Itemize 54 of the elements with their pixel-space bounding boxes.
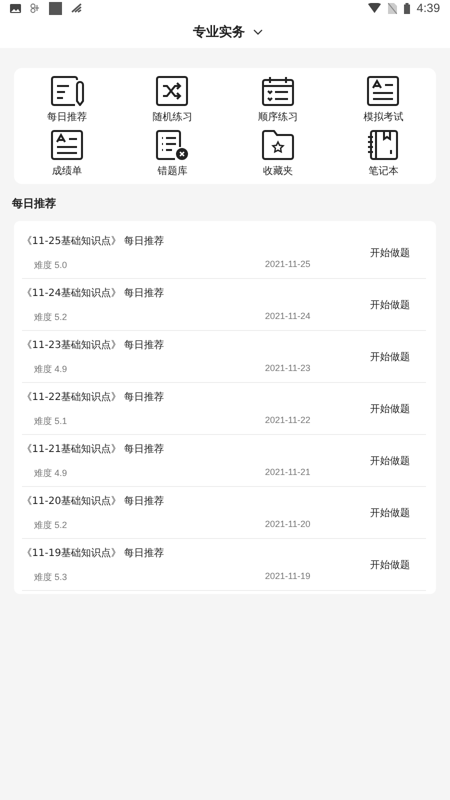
menu-item[interactable]: 每日推荐	[14, 76, 120, 124]
difficulty-text: 难度 5.2	[34, 519, 68, 532]
no-sim-icon	[388, 2, 397, 14]
date-text: 2021-11-21	[265, 467, 310, 479]
menu-item[interactable]: 模拟考试	[330, 76, 436, 124]
start-button[interactable]: 开始做题	[370, 350, 426, 364]
subject-dropdown[interactable]: 专业实务	[193, 23, 263, 41]
date-text: 2021-11-20	[265, 519, 310, 531]
folder-star-icon	[260, 130, 295, 160]
calendar-list-icon	[260, 76, 295, 106]
document-icon	[366, 76, 400, 106]
start-button[interactable]: 开始做题	[370, 402, 426, 416]
start-button[interactable]: 开始做题	[370, 454, 426, 468]
item-title: 《11-23基础知识点》 每日推荐	[22, 338, 166, 352]
list-error-icon	[155, 130, 190, 160]
section-title: 每日推荐	[12, 196, 57, 211]
note-pen-icon	[50, 76, 84, 106]
menu-item[interactable]: 成绩单	[14, 130, 120, 178]
image-icon	[10, 4, 21, 12]
document-icon	[50, 130, 84, 160]
difficulty-text: 难度 5.0	[34, 259, 68, 272]
menu-item[interactable]: 顺序练习	[225, 76, 330, 124]
status-time: 4:39	[416, 1, 440, 15]
item-title: 《11-19基础知识点》 每日推荐	[22, 546, 166, 560]
square-icon	[49, 2, 62, 14]
item-title: 《11-25基础知识点》 每日推荐	[22, 234, 166, 248]
start-button[interactable]: 开始做题	[370, 246, 426, 260]
date-text: 2021-11-24	[265, 311, 310, 323]
difficulty-text: 难度 4.9	[34, 467, 68, 480]
menu-item[interactable]: 错题库	[120, 130, 225, 178]
item-title: 《11-22基础知识点》 每日推荐	[22, 390, 166, 404]
menu-item[interactable]: 收藏夹	[225, 130, 330, 178]
difficulty-text: 难度 5.1	[34, 415, 68, 428]
date-text: 2021-11-19	[265, 571, 310, 583]
date-text: 2021-11-23	[265, 363, 310, 375]
shuffle-icon	[155, 76, 190, 106]
start-button[interactable]: 开始做题	[370, 506, 426, 520]
menu-item[interactable]: 随机练习	[120, 76, 225, 124]
item-title: 《11-21基础知识点》 每日推荐	[22, 442, 166, 456]
start-button[interactable]: 开始做题	[370, 558, 426, 572]
difficulty-text: 难度 5.2	[34, 311, 68, 324]
difficulty-text: 难度 4.9	[34, 363, 68, 376]
send-icon	[71, 3, 82, 13]
wifi-icon	[368, 3, 381, 13]
battery-icon	[404, 2, 410, 14]
menu-item[interactable]: 笔记本	[330, 130, 436, 178]
item-title: 《11-24基础知识点》 每日推荐	[22, 286, 166, 300]
notebook-icon	[366, 130, 400, 160]
chevron-down-icon	[253, 29, 263, 35]
date-text: 2021-11-25	[265, 259, 310, 271]
date-text: 2021-11-22	[265, 415, 310, 427]
difficulty-text: 难度 5.3	[34, 571, 68, 584]
item-title: 《11-20基础知识点》 每日推荐	[22, 494, 166, 508]
start-button[interactable]: 开始做题	[370, 298, 426, 312]
